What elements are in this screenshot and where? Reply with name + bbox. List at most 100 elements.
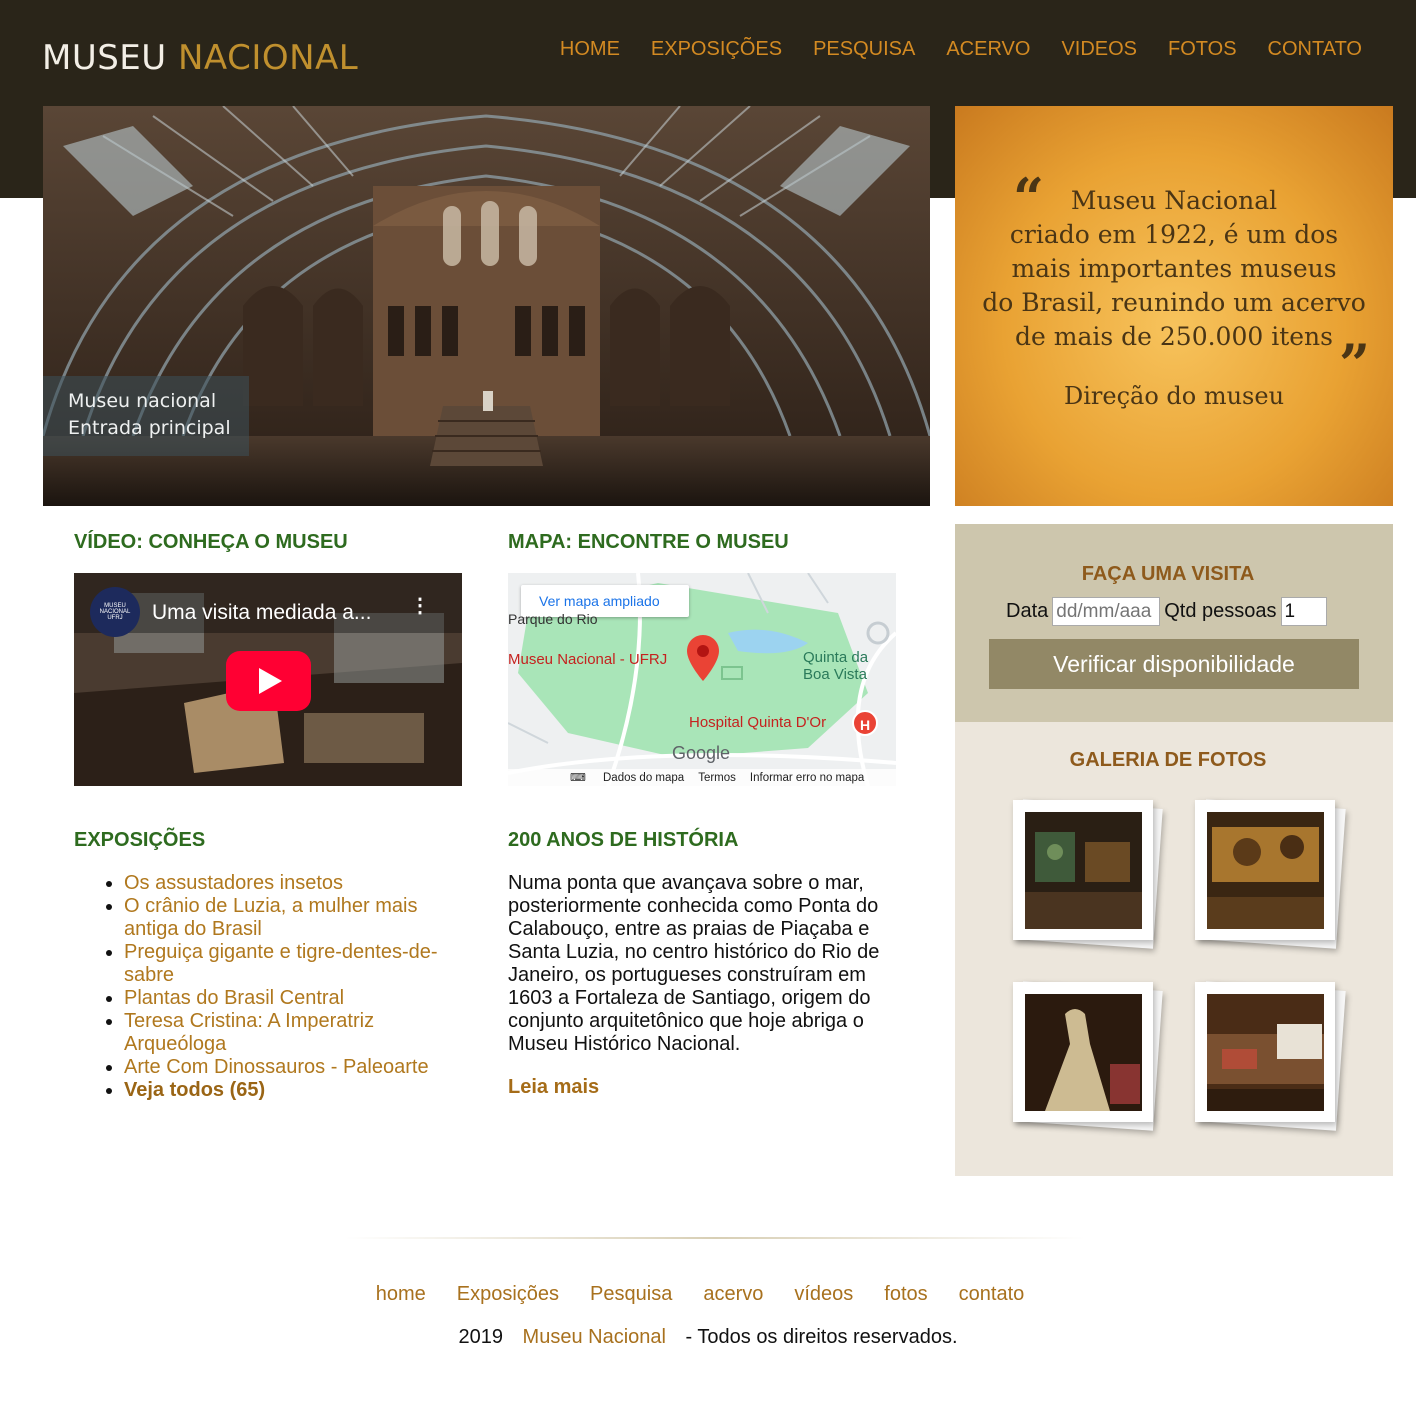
nav-contato[interactable]: CONTATO [1268,38,1362,61]
date-input[interactable] [1052,597,1161,626]
copyright-year: 2019 [458,1326,503,1348]
hero-caption: Museu nacional Entrada principal [43,376,249,456]
logo-word-nacional: NACIONAL [177,38,359,78]
qty-label: Qtd pessoas [1164,600,1277,622]
map-pin-icon[interactable] [687,635,719,681]
gallery-title: GALERIA DE FOTOS [1069,749,1267,771]
quote-line: de mais de 250.000 itens [1015,322,1333,351]
history-title: 200 ANOS DE HISTÓRIA [508,829,739,851]
gallery-image [1025,812,1142,929]
hero-image: Museu nacional Entrada principal [43,106,930,506]
date-label: Data [1006,600,1049,622]
footer-nav-contato[interactable]: contato [959,1283,1025,1306]
gallery-photo-2[interactable] [1195,800,1335,940]
photo-gallery: GALERIA DE FOTOS [955,722,1393,1176]
keyboard-icon[interactable]: ⌨ [570,771,586,784]
logo-word-museu: MUSEU [42,38,167,78]
exhibition-link[interactable]: O crânio de Luzia, a mulher mais antiga … [124,895,417,940]
dress-exhibit-photo [1025,994,1142,1111]
exhibit-display-photo [1207,812,1324,929]
list-item: Plantas do Brasil Central [124,987,454,1010]
more-options-icon[interactable]: ⋮ [410,596,430,616]
check-availability-button[interactable]: Verificar disponibilidade [989,639,1359,689]
video-title[interactable]: Uma visita mediada a... [152,601,371,625]
park-label: Parque do Rio [508,611,598,627]
hospital-icon[interactable]: H [852,710,878,736]
main-nav: HOME EXPOSIÇÕES PESQUISA ACERVO VIDEOS F… [560,38,1362,61]
footer-nav-home[interactable]: home [376,1283,426,1306]
exhibitions-list: Os assustadores insetos O crânio de Luzi… [74,872,454,1102]
nav-fotos[interactable]: FOTOS [1168,38,1237,61]
video-player[interactable]: MUSEU NACIONAL UFRJ Uma visita mediada a… [74,573,462,786]
exhibition-link[interactable]: Preguiça gigante e tigre-dentes-de-sabre [124,941,438,986]
map-report-link[interactable]: Informar erro no mapa [750,772,864,784]
play-button-icon[interactable] [226,651,311,711]
list-item: Os assustadores insetos [124,872,454,895]
copyright: 2019 Museu Nacional - Todos os direitos … [0,1326,1416,1349]
exhibition-link[interactable]: Os assustadores insetos [124,872,343,894]
read-more-link[interactable]: Leia mais [508,1076,599,1099]
gallery-image [1207,812,1324,929]
quote-line: criado em 1922, é um dos [1009,220,1339,249]
list-item: O crânio de Luzia, a mulher mais antiga … [124,895,454,941]
quote-line: mais importantes museus [1011,254,1337,283]
footer-nav: home Exposições Pesquisa acervo vídeos f… [0,1283,1416,1306]
video-section-title: VÍDEO: CONHEÇA O MUSEU [74,531,348,553]
google-logo: Google [672,743,731,763]
map-section-title: MAPA: ENCONTRE O MUSEU [508,531,789,553]
area-label: Quinta da Boa Vista [803,649,868,683]
list-item: Arte Com Dinossauros - Paleoarte [124,1056,454,1079]
map-terms-link[interactable]: Termos [698,772,736,784]
quote-text: Museu Nacional criado em 1922, é um dos … [955,184,1393,354]
quote-line: do Brasil, reunindo um acervo [982,288,1366,317]
gallery-image [1207,994,1324,1111]
hospital-label[interactable]: Hospital Quinta D'Or [689,714,826,731]
gallery-room-photo [1207,994,1324,1111]
qty-input[interactable] [1280,597,1327,626]
see-all-exhibitions-link[interactable]: Veja todos (65) [124,1079,265,1101]
footer-nav-acervo[interactable]: acervo [703,1283,763,1306]
exhibition-link[interactable]: Plantas do Brasil Central [124,987,344,1009]
quote-author: Direção do museu [1063,382,1285,410]
site-logo[interactable]: MUSEU NACIONAL [42,38,358,78]
exhibition-link[interactable]: Teresa Cristina: A Imperatriz Arqueóloga [124,1010,374,1055]
quote-line: Museu Nacional [1070,186,1278,215]
nav-videos[interactable]: VIDEOS [1061,38,1137,61]
channel-avatar[interactable]: MUSEU NACIONAL UFRJ [90,587,140,637]
hero-caption-line1: Museu nacional [68,390,217,412]
exhibition-link[interactable]: Arte Com Dinossauros - Paleoarte [124,1056,429,1078]
footer-nav-exposicoes[interactable]: Exposições [457,1283,559,1306]
nav-acervo[interactable]: ACERVO [946,38,1030,61]
copyright-rights: - Todos os direitos reservados. [685,1326,958,1348]
list-item: Preguiça gigante e tigre-dentes-de-sabre [124,941,454,987]
visit-booking-panel: FAÇA UMA VISITA Data Qtd pessoas Verific… [955,524,1393,722]
channel-label: MUSEU NACIONAL [99,603,131,615]
map-embed[interactable]: Ver mapa ampliado Parque do Rio Museu Na… [508,573,896,786]
exhibitions-title: EXPOSIÇÕES [74,829,206,851]
gallery-photo-1[interactable] [1013,800,1153,940]
list-item: Veja todos (65) [124,1079,454,1102]
footer-nav-fotos[interactable]: fotos [884,1283,927,1306]
quote-banner: “ Museu Nacional criado em 1922, é um do… [955,106,1393,506]
place-label[interactable]: Museu Nacional - UFRJ [508,651,667,668]
area-label-line2: Boa Vista [803,666,867,683]
footer-nav-videos[interactable]: vídeos [794,1283,853,1306]
gallery-image [1025,994,1142,1111]
map-footer: ⌨ Dados do mapa Termos Informar erro no … [508,769,896,786]
map-data-link[interactable]: Dados do mapa [603,772,684,784]
gallery-photo-3[interactable] [1013,982,1153,1122]
nav-pesquisa[interactable]: PESQUISA [813,38,915,61]
exhibit-hall-photo [1025,812,1142,929]
visit-title: FAÇA UMA VISITA [1081,563,1255,585]
nav-exposicoes[interactable]: EXPOSIÇÕES [651,38,782,61]
footer-divider [345,1237,1085,1239]
list-item: Teresa Cristina: A Imperatriz Arqueóloga [124,1010,454,1056]
hero-caption-line2: Entrada principal [68,417,231,439]
history-text: Numa ponta que avançava sobre o mar, pos… [508,872,880,1055]
nav-home[interactable]: HOME [560,38,620,61]
footer-nav-pesquisa[interactable]: Pesquisa [590,1283,672,1306]
copyright-site-link[interactable]: Museu Nacional [523,1326,666,1348]
gallery-photo-4[interactable] [1195,982,1335,1122]
channel-sub: UFRJ [107,615,123,621]
area-label-line1: Quinta da [803,649,869,666]
